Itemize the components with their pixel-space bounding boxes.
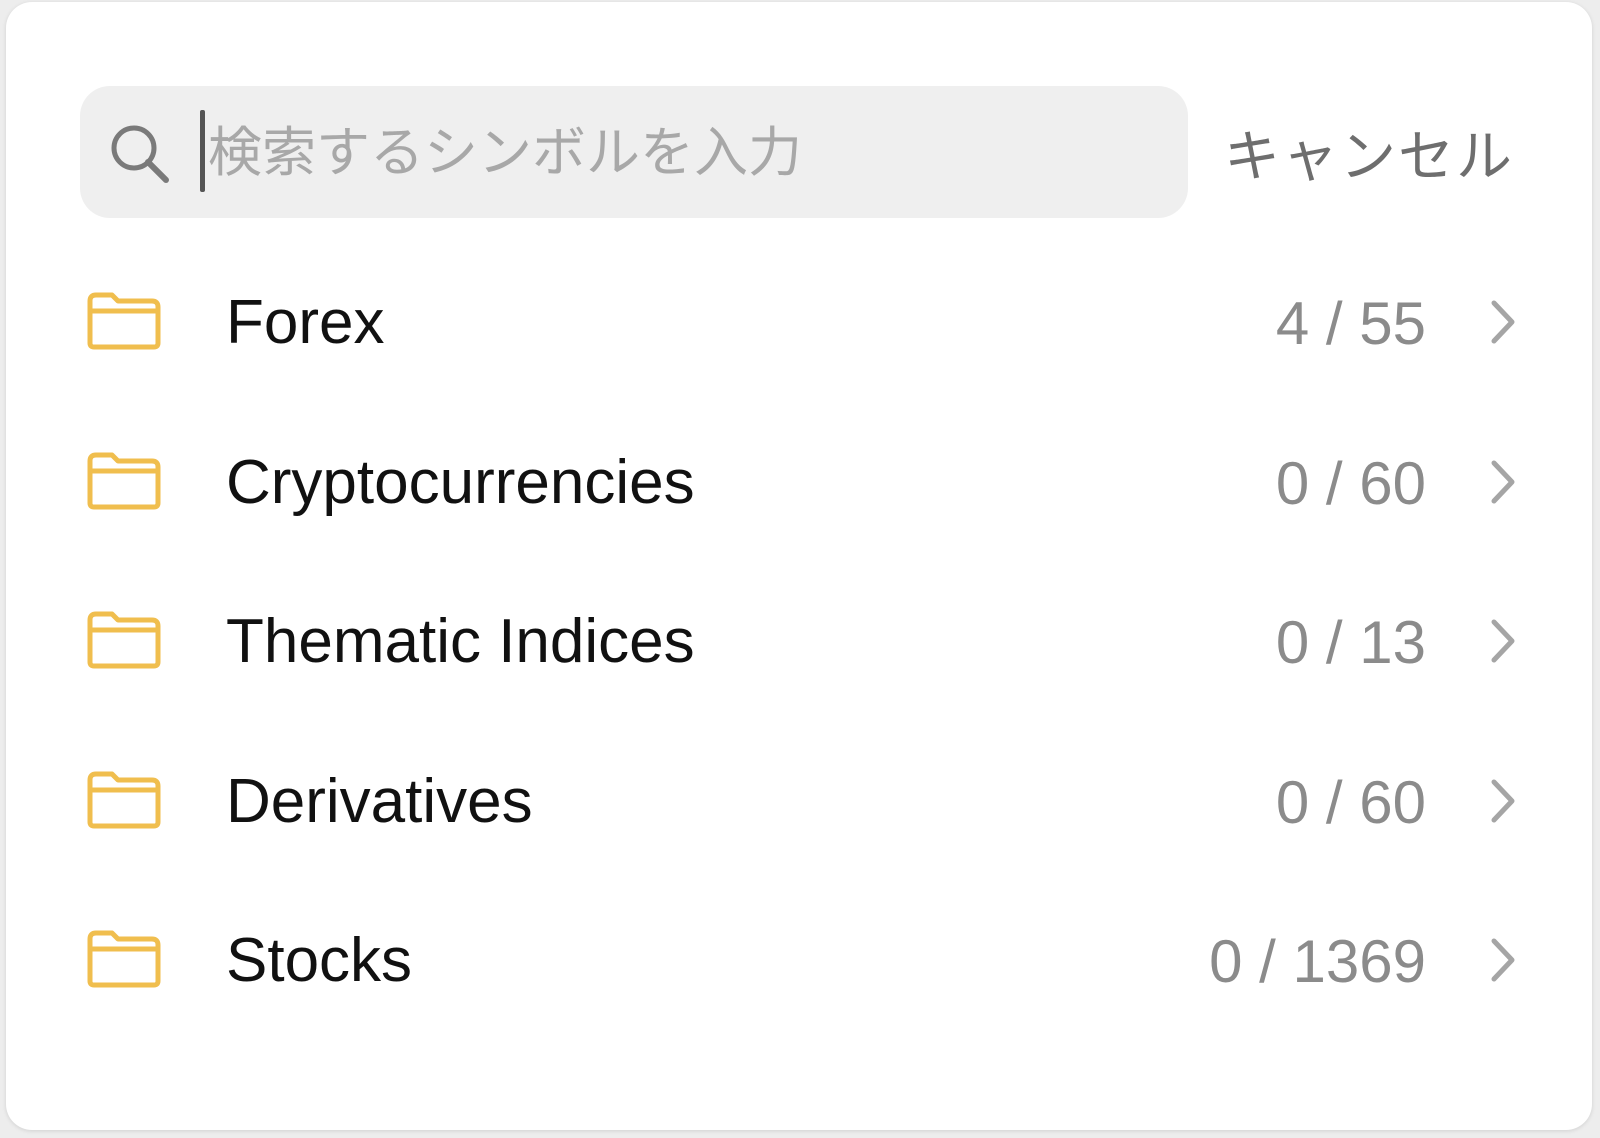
search-bar[interactable] — [80, 86, 1188, 218]
list-item-count: 0 / 60 — [1275, 769, 1426, 836]
search-input[interactable] — [202, 112, 1148, 192]
search-icon — [111, 125, 169, 183]
symbol-picker-panel: キャンセル Forex 4 / 55 Cryptocurrencies 0 / … — [6, 2, 1592, 1130]
list-item-label: Stocks — [226, 926, 413, 995]
list-item-forex[interactable]: Forex 4 / 55 — [6, 247, 1592, 397]
folder-icon — [87, 452, 161, 510]
chevron-right-icon — [1491, 300, 1515, 344]
list-item-thematic-indices[interactable]: Thematic Indices 0 / 13 — [6, 566, 1592, 716]
list-item-label: Forex — [226, 288, 385, 357]
list-item-label: Cryptocurrencies — [226, 448, 695, 517]
list-item-derivatives[interactable]: Derivatives 0 / 60 — [6, 726, 1592, 876]
folder-icon — [87, 930, 161, 988]
list-item-stocks[interactable]: Stocks 0 / 1369 — [6, 885, 1592, 1035]
list-item-count: 0 / 60 — [1275, 450, 1426, 517]
list-item-cryptocurrencies[interactable]: Cryptocurrencies 0 / 60 — [6, 407, 1592, 557]
list-item-count: 0 / 1369 — [1209, 928, 1426, 995]
folder-icon — [87, 611, 161, 669]
chevron-right-icon — [1491, 779, 1515, 823]
list-item-label: Thematic Indices — [226, 607, 695, 676]
folder-icon — [87, 292, 161, 350]
chevron-right-icon — [1491, 460, 1515, 504]
chevron-right-icon — [1491, 619, 1515, 663]
cancel-button[interactable]: キャンセル — [1224, 112, 1534, 192]
list-item-count: 4 / 55 — [1275, 290, 1426, 357]
folder-icon — [87, 771, 161, 829]
list-item-label: Derivatives — [226, 767, 533, 836]
chevron-right-icon — [1491, 938, 1515, 982]
list-item-count: 0 / 13 — [1275, 609, 1426, 676]
